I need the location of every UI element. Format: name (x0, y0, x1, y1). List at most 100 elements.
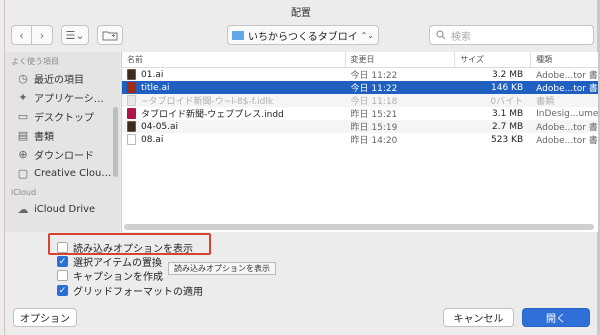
file-name: ~タブロイド新聞-ウ~l-8$-f.idlk (141, 97, 274, 107)
file-kind: Adobe...tor 書類 (536, 71, 598, 81)
cloud-icon: ☁ (17, 203, 29, 216)
create-captions-checkbox[interactable]: キャプションを作成 (57, 268, 163, 283)
file-name: 08.ai (141, 134, 164, 145)
file-kind: Adobe...tor 書類 (536, 136, 598, 146)
file-size: 0バイト (490, 97, 524, 107)
file-size: 146 KB (491, 82, 524, 93)
back-button[interactable]: ‹ (11, 25, 32, 45)
illustrator-file-icon (127, 69, 136, 80)
indesign-file-icon (127, 108, 136, 119)
search-placeholder: 検索 (451, 31, 471, 43)
forward-button[interactable]: › (32, 25, 53, 45)
file-kind: 書類 (536, 97, 555, 107)
file-size: 523 KB (491, 134, 524, 145)
file-date: 今日 11:18 (350, 97, 398, 107)
sidebar-item-creative-cloud[interactable]: ▢ Creative Clou… (5, 164, 120, 183)
column-headers: 名前 変更日 サイズ 種類 (122, 52, 598, 68)
file-name: タブロイド新聞-ウェブプレス.indd (141, 110, 284, 120)
annotation-highlight-box (48, 233, 211, 255)
sidebar-item-applications[interactable]: ✦ アプリケーシ… (5, 88, 120, 107)
sidebar-item-label: Creative Clou… (34, 168, 112, 179)
illustrator-file-icon (127, 82, 136, 93)
file-date: 昨日 15:19 (350, 123, 398, 133)
sidebar-item-icloud-drive[interactable]: ☁ iCloud Drive (5, 200, 120, 219)
file-size: 3.1 MB (492, 108, 524, 119)
column-header-size[interactable]: サイズ (455, 52, 532, 67)
sidebar-item-recents[interactable]: ◷ 最近の項目 (5, 69, 120, 88)
checkbox-label: 選択アイテムの置換 (73, 258, 162, 269)
location-popup[interactable]: いちからつくるタブロイド新聞 ⌃⌄ (227, 25, 379, 45)
file-date: 今日 11:22 (350, 84, 398, 94)
recents-icon: ◷ (18, 72, 28, 85)
favorites-header: よく使う項目 (11, 57, 59, 66)
sidebar-item-label: 最近の項目 (34, 75, 84, 86)
dialog-footer: オプション キャンセル 開く (5, 308, 597, 333)
document-file-icon (127, 134, 136, 145)
file-date: 昨日 15:21 (350, 110, 398, 120)
apply-grid-format-checkbox[interactable]: ✓ グリッドフォーマットの適用 (57, 283, 203, 298)
icloud-header: iCloud (11, 188, 37, 197)
folder-icon: ▢ (17, 167, 29, 180)
tooltip: 読み込みオプションを表示 (168, 262, 276, 275)
sidebar: よく使う項目 ◷ 最近の項目 ✦ アプリケーシ… ▭ デスクトップ ▤ 書類 ⊕… (5, 52, 120, 232)
search-field[interactable]: 検索 (429, 25, 594, 45)
replace-selected-checkbox[interactable]: ✓ 選択アイテムの置換 (57, 254, 162, 269)
sidebar-item-desktop[interactable]: ▭ デスクトップ (5, 107, 120, 126)
sidebar-item-downloads[interactable]: ⊕ ダウンロード (5, 145, 120, 164)
file-list: 名前 変更日 サイズ 種類 01.ai 今日 11:22 3.2 MB Adob… (121, 52, 598, 232)
file-name: title.ai (141, 82, 170, 93)
new-folder-button[interactable] (97, 25, 123, 45)
new-folder-icon (102, 31, 118, 40)
file-name: 01.ai (141, 69, 164, 80)
file-size: 3.2 MB (492, 69, 524, 80)
file-row[interactable]: タブロイド新聞-ウェブプレス.indd 昨日 15:21 3.1 MB InDe… (122, 107, 598, 120)
file-size: 2.7 MB (492, 121, 524, 132)
checkbox-unchecked[interactable] (57, 270, 68, 281)
file-row-disabled: ~タブロイド新聞-ウ~l-8$-f.idlk 今日 11:18 0バイト 書類 (122, 94, 598, 107)
documents-icon: ▤ (17, 129, 29, 142)
file-kind: Adobe...tor 書類 (536, 84, 598, 94)
folder-icon (232, 30, 244, 40)
checkbox-label: グリッドフォーマットの適用 (73, 287, 203, 298)
downloads-icon: ⊕ (18, 148, 28, 161)
sidebar-item-label: デスクトップ (34, 113, 94, 124)
sidebar-scrollbar[interactable] (113, 107, 118, 177)
sidebar-item-label: アプリケーシ… (34, 94, 104, 105)
file-name: 04-05.ai (141, 121, 179, 132)
chevron-right-icon: › (39, 28, 45, 42)
checkbox-label: キャプションを作成 (73, 272, 163, 283)
file-row[interactable]: 01.ai 今日 11:22 3.2 MB Adobe...tor 書類 (122, 68, 598, 81)
checkmark-icon[interactable]: ✓ (57, 256, 68, 267)
open-button[interactable]: 開く (522, 308, 590, 327)
sidebar-item-label: 書類 (34, 132, 54, 143)
file-date: 昨日 14:20 (350, 136, 398, 146)
applications-icon: ✦ (18, 91, 28, 104)
sidebar-item-label: ダウンロード (34, 151, 94, 162)
file-row[interactable]: 08.ai 昨日 14:20 523 KB Adobe...tor 書類 (122, 133, 598, 146)
dialog-title: 配置 (291, 8, 311, 19)
column-header-kind[interactable]: 種類 (531, 52, 598, 67)
illustrator-file-icon (127, 121, 136, 132)
search-icon (436, 30, 446, 40)
file-row[interactable]: 04-05.ai 昨日 15:19 2.7 MB Adobe...tor 書類 (122, 120, 598, 133)
desktop-icon: ▭ (17, 110, 29, 123)
checkmark-icon[interactable]: ✓ (57, 285, 68, 296)
sidebar-item-documents[interactable]: ▤ 書類 (5, 126, 120, 145)
file-kind: Adobe...tor 書類 (536, 123, 598, 133)
column-header-date[interactable]: 変更日 (346, 52, 456, 67)
popup-arrows-icon: ⌃⌄ (360, 30, 374, 40)
file-row-selected[interactable]: title.ai 今日 11:22 146 KB Adobe...tor 書類 (122, 81, 598, 94)
options-button[interactable]: オプション (13, 308, 77, 327)
location-label: いちからつくるタブロイド新聞 (248, 31, 357, 43)
view-mode-button[interactable]: ☰⌄ (61, 25, 89, 45)
toolbar: ‹ › ☰⌄ いちからつくるタブロイド新聞 ⌃⌄ 検索 (5, 25, 597, 47)
lock-file-icon (127, 95, 136, 106)
open-dialog: 配置 ‹ › ☰⌄ いちからつくるタブロイド新聞 ⌃⌄ 検索 (4, 0, 598, 335)
column-header-name[interactable]: 名前 (122, 52, 346, 67)
horizontal-scrollbar[interactable] (124, 224, 594, 230)
sidebar-item-label: iCloud Drive (34, 204, 96, 215)
file-date: 今日 11:22 (350, 71, 398, 81)
file-kind: InDesig...ument (536, 108, 598, 119)
cancel-button[interactable]: キャンセル (443, 308, 514, 327)
list-view-icon: ☰⌄ (65, 28, 85, 42)
